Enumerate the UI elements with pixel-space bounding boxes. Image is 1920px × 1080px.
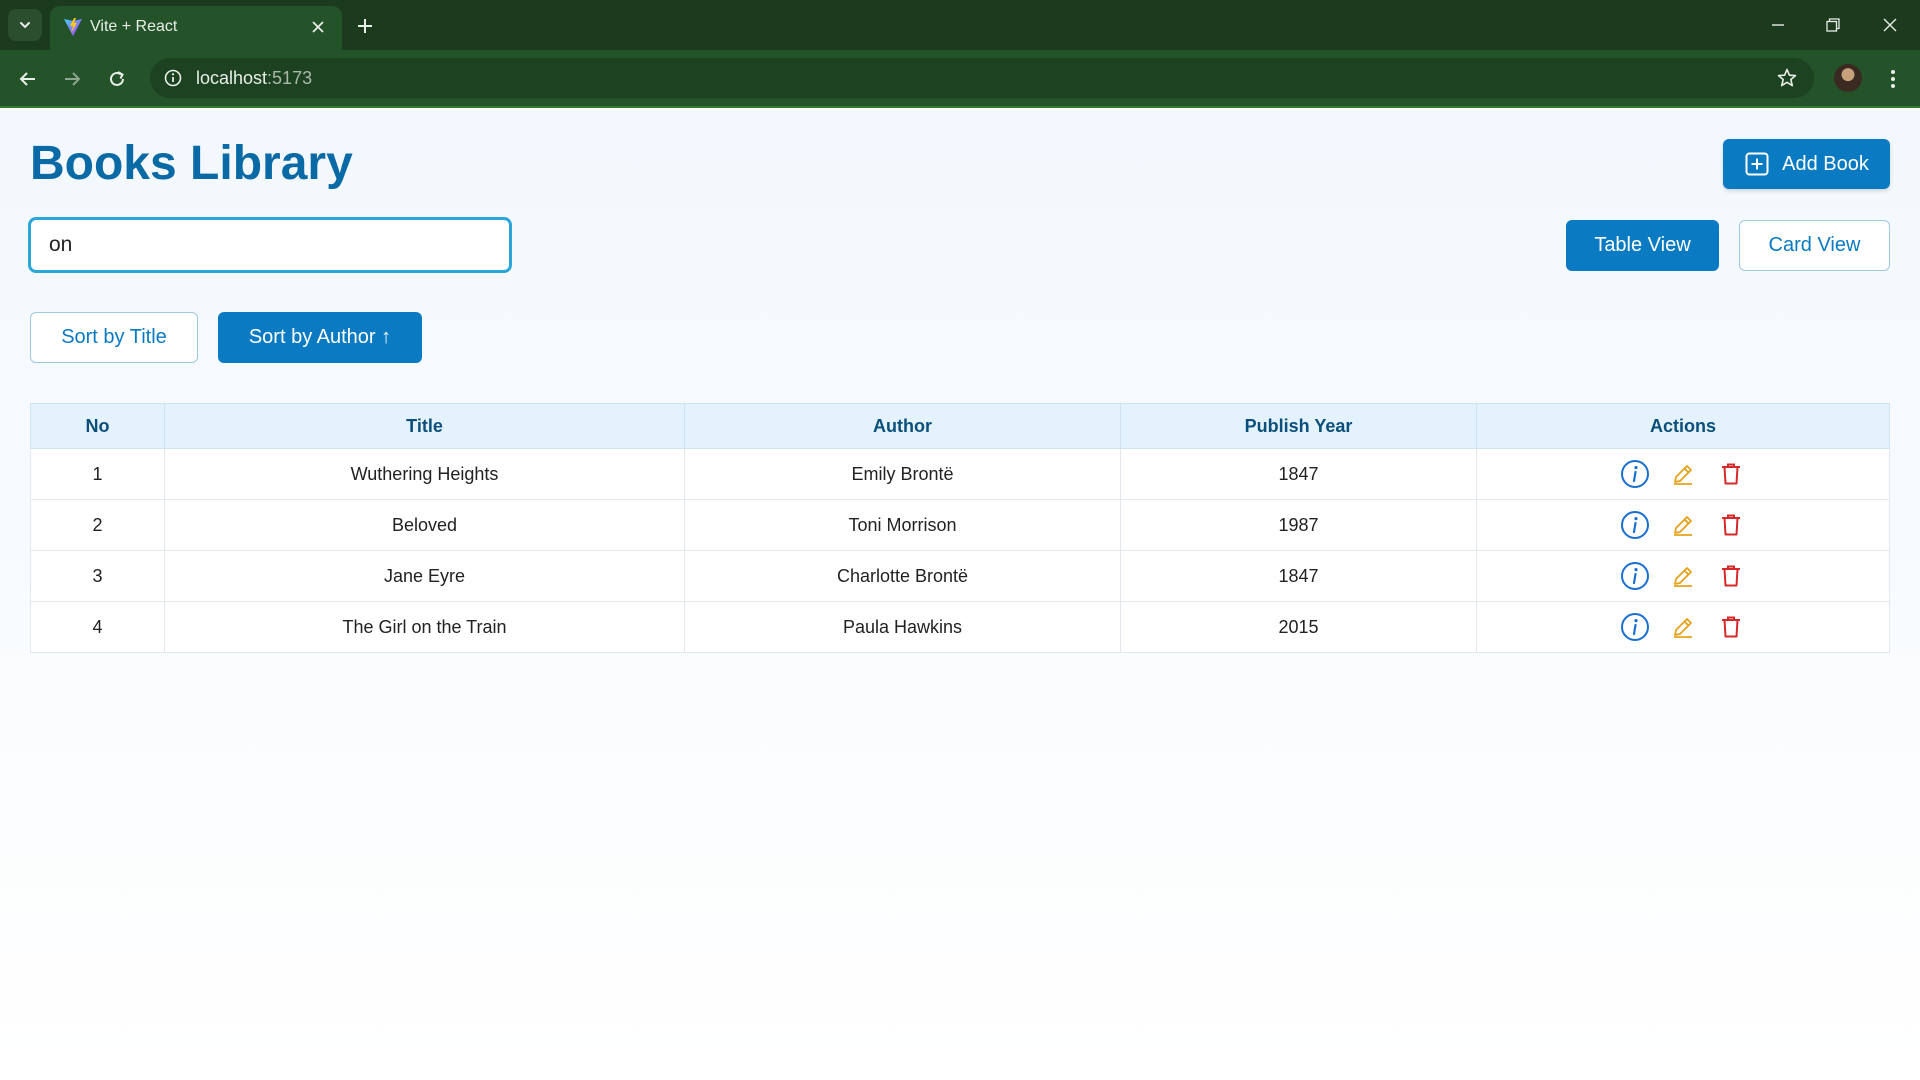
- delete-icon[interactable]: [1716, 459, 1746, 489]
- cell-author: Toni Morrison: [684, 499, 1121, 551]
- forward-button[interactable]: [57, 64, 87, 94]
- cell-title: Wuthering Heights: [164, 448, 685, 500]
- browser-menu-button[interactable]: [1880, 64, 1906, 94]
- new-tab-button[interactable]: [352, 13, 378, 39]
- cell-actions: [1476, 499, 1890, 551]
- page-title: Books Library: [30, 137, 353, 190]
- plus-icon: [358, 19, 372, 33]
- actions-group: [1477, 602, 1889, 652]
- reload-button[interactable]: [102, 64, 132, 94]
- reload-icon: [110, 71, 124, 86]
- close-icon: [1883, 18, 1897, 32]
- arrow-left-icon: [19, 72, 35, 86]
- header-author: Author: [684, 403, 1121, 449]
- cell-year: 2015: [1120, 601, 1477, 653]
- vite-logo-icon: [64, 18, 82, 36]
- minimize-button[interactable]: [1758, 10, 1798, 40]
- header-title: Title: [164, 403, 685, 449]
- info-icon[interactable]: [1620, 612, 1650, 642]
- cell-actions: [1476, 448, 1890, 500]
- browser-toolbar: localhost:5173: [0, 50, 1920, 108]
- url-port: :5173: [267, 68, 313, 88]
- plus-square-icon: [1745, 152, 1769, 176]
- card-view-button[interactable]: Card View: [1739, 220, 1890, 271]
- browser-tabbar: Vite + React: [0, 0, 1920, 50]
- actions-group: [1477, 500, 1889, 550]
- cell-year: 1847: [1120, 550, 1477, 602]
- page-content: Books Library Add Book Table View Card V…: [0, 110, 1920, 1078]
- actions-group: [1477, 449, 1889, 499]
- info-icon[interactable]: [1620, 561, 1650, 591]
- header-no: No: [30, 403, 165, 449]
- books-table: No Title Author Publish Year Actions 1 Wu…: [30, 403, 1890, 653]
- add-book-button[interactable]: Add Book: [1723, 139, 1890, 189]
- restore-icon: [1826, 18, 1840, 32]
- sort-by-title-button[interactable]: Sort by Title: [30, 312, 198, 363]
- cell-title: Jane Eyre: [164, 550, 685, 602]
- delete-icon[interactable]: [1716, 510, 1746, 540]
- window-close-button[interactable]: [1870, 10, 1910, 40]
- cell-actions: [1476, 550, 1890, 602]
- cell-actions: [1476, 601, 1890, 653]
- search-input[interactable]: [28, 217, 512, 273]
- back-button[interactable]: [13, 64, 43, 94]
- table-row: 4 The Girl on the Train Paula Hawkins 2015: [30, 601, 1890, 653]
- edit-icon[interactable]: [1668, 612, 1698, 642]
- tab-search-button[interactable]: [8, 9, 42, 41]
- info-icon[interactable]: [1620, 459, 1650, 489]
- cell-no: 4: [30, 601, 165, 653]
- chevron-down-icon: [20, 22, 30, 29]
- add-book-label: Add Book: [1782, 152, 1869, 175]
- edit-icon[interactable]: [1668, 459, 1698, 489]
- actions-group: [1477, 551, 1889, 601]
- minimize-icon: [1772, 24, 1784, 26]
- sort-by-author-button[interactable]: Sort by Author ↑: [218, 312, 422, 363]
- tab-close-button[interactable]: [308, 17, 328, 37]
- bookmark-star-icon[interactable]: [1776, 67, 1798, 89]
- cell-author: Paula Hawkins: [684, 601, 1121, 653]
- header-actions: Actions: [1476, 403, 1890, 449]
- more-vertical-icon: [1891, 70, 1895, 88]
- cell-title: The Girl on the Train: [164, 601, 685, 653]
- cell-no: 1: [30, 448, 165, 500]
- cell-author: Charlotte Brontë: [684, 550, 1121, 602]
- cell-title: Beloved: [164, 499, 685, 551]
- site-info-icon[interactable]: [162, 67, 184, 89]
- table-row: 3 Jane Eyre Charlotte Brontë 1847: [30, 550, 1890, 602]
- url-text: localhost:5173: [196, 68, 312, 89]
- delete-icon[interactable]: [1716, 612, 1746, 642]
- close-icon: [312, 21, 324, 33]
- table-row: 1 Wuthering Heights Emily Brontë 1847: [30, 448, 1890, 500]
- table-row: 2 Beloved Toni Morrison 1987: [30, 499, 1890, 551]
- cell-year: 1847: [1120, 448, 1477, 500]
- edit-icon[interactable]: [1668, 510, 1698, 540]
- cell-year: 1987: [1120, 499, 1477, 551]
- cell-no: 2: [30, 499, 165, 551]
- arrow-right-icon: [65, 72, 81, 86]
- profile-avatar[interactable]: [1834, 64, 1862, 92]
- url-host: localhost: [196, 68, 268, 88]
- restore-button[interactable]: [1813, 10, 1853, 40]
- header-publish-year: Publish Year: [1120, 403, 1477, 449]
- table-view-button[interactable]: Table View: [1566, 220, 1719, 271]
- table-header-row: No Title Author Publish Year Actions: [30, 403, 1890, 449]
- browser-tab[interactable]: Vite + React: [50, 6, 342, 50]
- cell-author: Emily Brontë: [684, 448, 1121, 500]
- info-icon[interactable]: [1620, 510, 1650, 540]
- delete-icon[interactable]: [1716, 561, 1746, 591]
- cell-no: 3: [30, 550, 165, 602]
- tab-title: Vite + React: [90, 18, 178, 35]
- edit-icon[interactable]: [1668, 561, 1698, 591]
- table-body: 1 Wuthering Heights Emily Brontë 1847 2 Belov…: [30, 448, 1890, 653]
- address-bar[interactable]: localhost:5173: [150, 58, 1814, 98]
